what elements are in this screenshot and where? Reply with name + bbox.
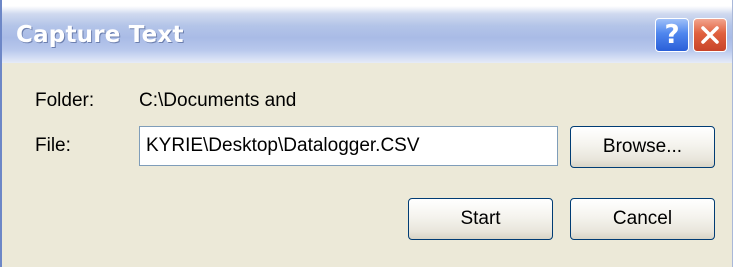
title-bar[interactable]: Capture Text ?: [2, 0, 732, 63]
file-path-input[interactable]: [139, 126, 558, 166]
cancel-button[interactable]: Cancel: [570, 198, 715, 240]
file-label: File:: [35, 135, 71, 156]
dialog-body: Folder: C:\Documents and File: Browse...…: [2, 63, 732, 267]
start-button[interactable]: Start: [408, 198, 553, 240]
help-icon[interactable]: ?: [655, 18, 689, 52]
folder-path: C:\Documents and: [139, 90, 297, 111]
browse-button[interactable]: Browse...: [570, 126, 715, 168]
capture-text-dialog: Capture Text ? Folder: C:\Documents and …: [0, 0, 733, 267]
close-icon[interactable]: [693, 18, 727, 52]
folder-label: Folder:: [35, 90, 95, 111]
help-glyph: ?: [664, 20, 680, 50]
window-title: Capture Text: [16, 22, 184, 48]
close-glyph: [701, 26, 719, 44]
